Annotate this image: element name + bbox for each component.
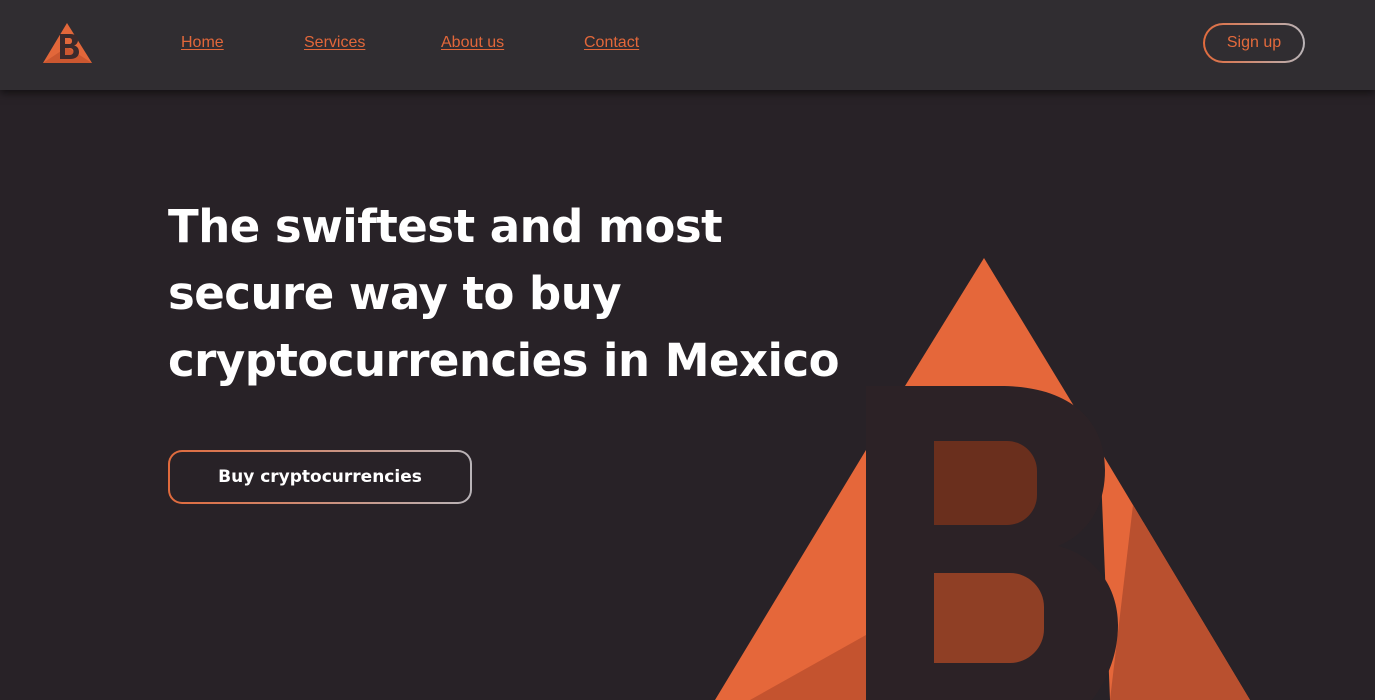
nav-link-services[interactable]: Services	[304, 34, 365, 52]
sign-up-button[interactable]: Sign up	[1203, 23, 1305, 63]
bitso-logo-icon[interactable]	[43, 23, 93, 63]
top-navigation-bar: Home Services About us Contact Sign up	[0, 0, 1375, 90]
hero-title-line: secure way to buy	[168, 267, 622, 320]
nav-link-home[interactable]: Home	[181, 34, 224, 52]
nav-link-contact[interactable]: Contact	[584, 34, 639, 52]
b-triangle-logo-graphic-icon	[715, 258, 1250, 700]
hero-title-line: The swiftest and most	[168, 200, 723, 253]
buy-cryptocurrencies-button[interactable]: Buy cryptocurrencies	[168, 450, 472, 504]
nav-link-about-us[interactable]: About us	[441, 34, 504, 52]
